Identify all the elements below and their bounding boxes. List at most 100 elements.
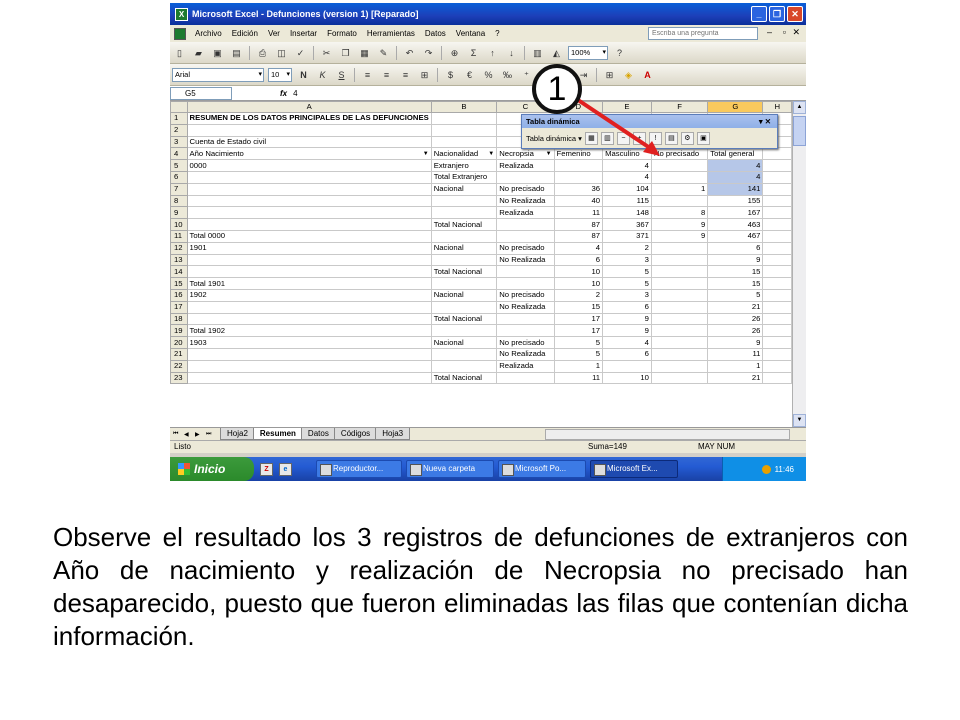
cell-d[interactable]: 15 — [553, 300, 604, 314]
row-header[interactable]: 23 — [170, 371, 188, 385]
cell-e[interactable]: 148 — [602, 206, 652, 220]
spelling-icon[interactable]: ✓ — [293, 46, 308, 60]
cell-b[interactable] — [430, 206, 498, 220]
cell-b[interactable] — [430, 347, 498, 361]
cell-b[interactable]: Nacional — [430, 182, 498, 196]
cell-f[interactable]: No precisado — [650, 147, 709, 161]
cell-f[interactable]: 9 — [650, 229, 709, 243]
cell-e[interactable]: 6 — [602, 347, 652, 361]
sheet-tab-datos[interactable]: Datos — [300, 428, 336, 440]
cell-c[interactable] — [496, 312, 555, 326]
cell-g[interactable]: 155 — [707, 194, 764, 208]
cell-b[interactable] — [430, 253, 498, 267]
cell-f[interactable] — [650, 347, 709, 361]
cell-b[interactable]: Total Extranjero — [430, 170, 498, 184]
cell-b[interactable] — [430, 123, 498, 137]
sort-asc-icon[interactable]: ↑ — [485, 46, 500, 60]
cell-a[interactable] — [186, 359, 432, 373]
cell-a[interactable]: 1902 — [186, 288, 432, 302]
cell-d[interactable] — [553, 159, 604, 172]
cell-a[interactable]: Total 1902 — [186, 324, 432, 338]
cell-c[interactable]: Realizada — [496, 159, 555, 172]
cell-c[interactable] — [496, 229, 555, 243]
row-header[interactable]: 9 — [170, 206, 188, 220]
prev-sheet-icon[interactable]: ◀ — [184, 431, 192, 438]
thousands-icon[interactable]: ‰ — [500, 68, 515, 82]
row-header[interactable]: 22 — [170, 359, 188, 373]
new-icon[interactable]: ▯ — [172, 46, 187, 60]
row-header[interactable]: 5 — [170, 159, 188, 172]
cell-c[interactable] — [496, 218, 555, 231]
cell-a[interactable] — [186, 194, 432, 208]
column-header[interactable]: G — [707, 101, 764, 113]
cell-d[interactable]: 10 — [553, 277, 604, 290]
cell-e[interactable]: 3 — [602, 288, 652, 302]
minimize-button[interactable]: _ — [751, 6, 767, 22]
cell-h[interactable] — [762, 359, 792, 373]
cell-g[interactable]: 26 — [707, 324, 764, 338]
row-header[interactable]: 21 — [170, 347, 188, 361]
cell-h[interactable] — [762, 218, 792, 231]
select-all-corner[interactable] — [170, 101, 188, 113]
font-color-icon[interactable]: A — [640, 68, 655, 82]
name-box[interactable]: G5 — [170, 86, 232, 100]
cell-a[interactable]: Cuenta de Estado civil — [186, 135, 432, 149]
row-header[interactable]: 8 — [170, 194, 188, 208]
cell-d[interactable] — [553, 170, 604, 184]
cell-e[interactable]: 4 — [602, 159, 652, 172]
row-header[interactable]: 7 — [170, 182, 188, 196]
cell-b[interactable]: Nacional — [430, 241, 498, 255]
cell-b[interactable]: Total Nacional — [430, 312, 498, 326]
cell-g[interactable]: 11 — [707, 347, 764, 361]
cell-d[interactable]: 17 — [553, 324, 604, 338]
format-painter-icon[interactable]: ✎ — [376, 46, 391, 60]
cell-d[interactable]: 11 — [553, 206, 604, 220]
cell-e[interactable]: Masculino — [602, 147, 652, 161]
cell-e[interactable]: 5 — [602, 265, 652, 279]
column-header[interactable]: F — [650, 101, 709, 113]
open-icon[interactable]: ▰ — [191, 46, 206, 60]
cell-b[interactable] — [430, 324, 498, 338]
row-header[interactable]: 4 — [170, 147, 188, 161]
cell-e[interactable]: 6 — [602, 300, 652, 314]
doc-restore-icon[interactable]: ▫ — [783, 27, 786, 37]
cell-e[interactable]: 104 — [602, 182, 652, 196]
first-sheet-icon[interactable]: ⏮ — [173, 431, 181, 438]
cell-b[interactable] — [430, 359, 498, 373]
cell-b[interactable]: Nacional — [430, 288, 498, 302]
cell-d[interactable]: 36 — [553, 182, 604, 196]
pivot-close-icon[interactable]: ▾ ✕ — [759, 115, 771, 128]
cell-g[interactable]: 4 — [707, 159, 764, 172]
cell-a[interactable] — [186, 300, 432, 314]
pivot-refresh-icon[interactable]: ! — [648, 131, 662, 145]
cell-c[interactable] — [496, 277, 555, 290]
autosum-icon[interactable]: Σ — [466, 46, 481, 60]
cell-a[interactable] — [186, 265, 432, 279]
cell-c[interactable]: Realizada — [496, 206, 555, 220]
last-sheet-icon[interactable]: ⏭ — [206, 431, 214, 438]
cell-e[interactable]: 4 — [602, 170, 652, 184]
cell-d[interactable]: 87 — [553, 229, 604, 243]
hyperlink-icon[interactable]: ⊕ — [447, 46, 462, 60]
sheet-tab-codigos[interactable]: Códigos — [333, 428, 378, 440]
help-search-input[interactable] — [648, 27, 758, 40]
cell-g[interactable]: 6 — [707, 241, 764, 255]
cell-e[interactable]: 115 — [602, 194, 652, 208]
cell-h[interactable] — [762, 206, 792, 220]
cell-a[interactable]: RESUMEN DE LOS DATOS PRINCIPALES DE LAS … — [186, 112, 432, 125]
cell-h[interactable] — [762, 229, 792, 243]
cell-d[interactable]: 5 — [553, 336, 604, 349]
cell-h[interactable] — [762, 371, 792, 385]
cell-a[interactable]: 1903 — [186, 336, 432, 349]
permission-icon[interactable]: ▤ — [229, 46, 244, 60]
menu-datos[interactable]: Datos — [420, 29, 451, 38]
cell-g[interactable]: 26 — [707, 312, 764, 326]
cell-d[interactable]: 2 — [553, 288, 604, 302]
chart-icon[interactable]: ▥ — [530, 46, 545, 60]
fill-color-icon[interactable]: ◈ — [621, 68, 636, 82]
pivot-show-totals-icon[interactable]: ▤ — [664, 131, 678, 145]
cell-d[interactable]: 1 — [553, 359, 604, 373]
cell-c[interactable] — [496, 170, 555, 184]
pivot-chart-icon[interactable]: ▥ — [600, 131, 614, 145]
menu-herramientas[interactable]: Herramientas — [362, 29, 420, 38]
